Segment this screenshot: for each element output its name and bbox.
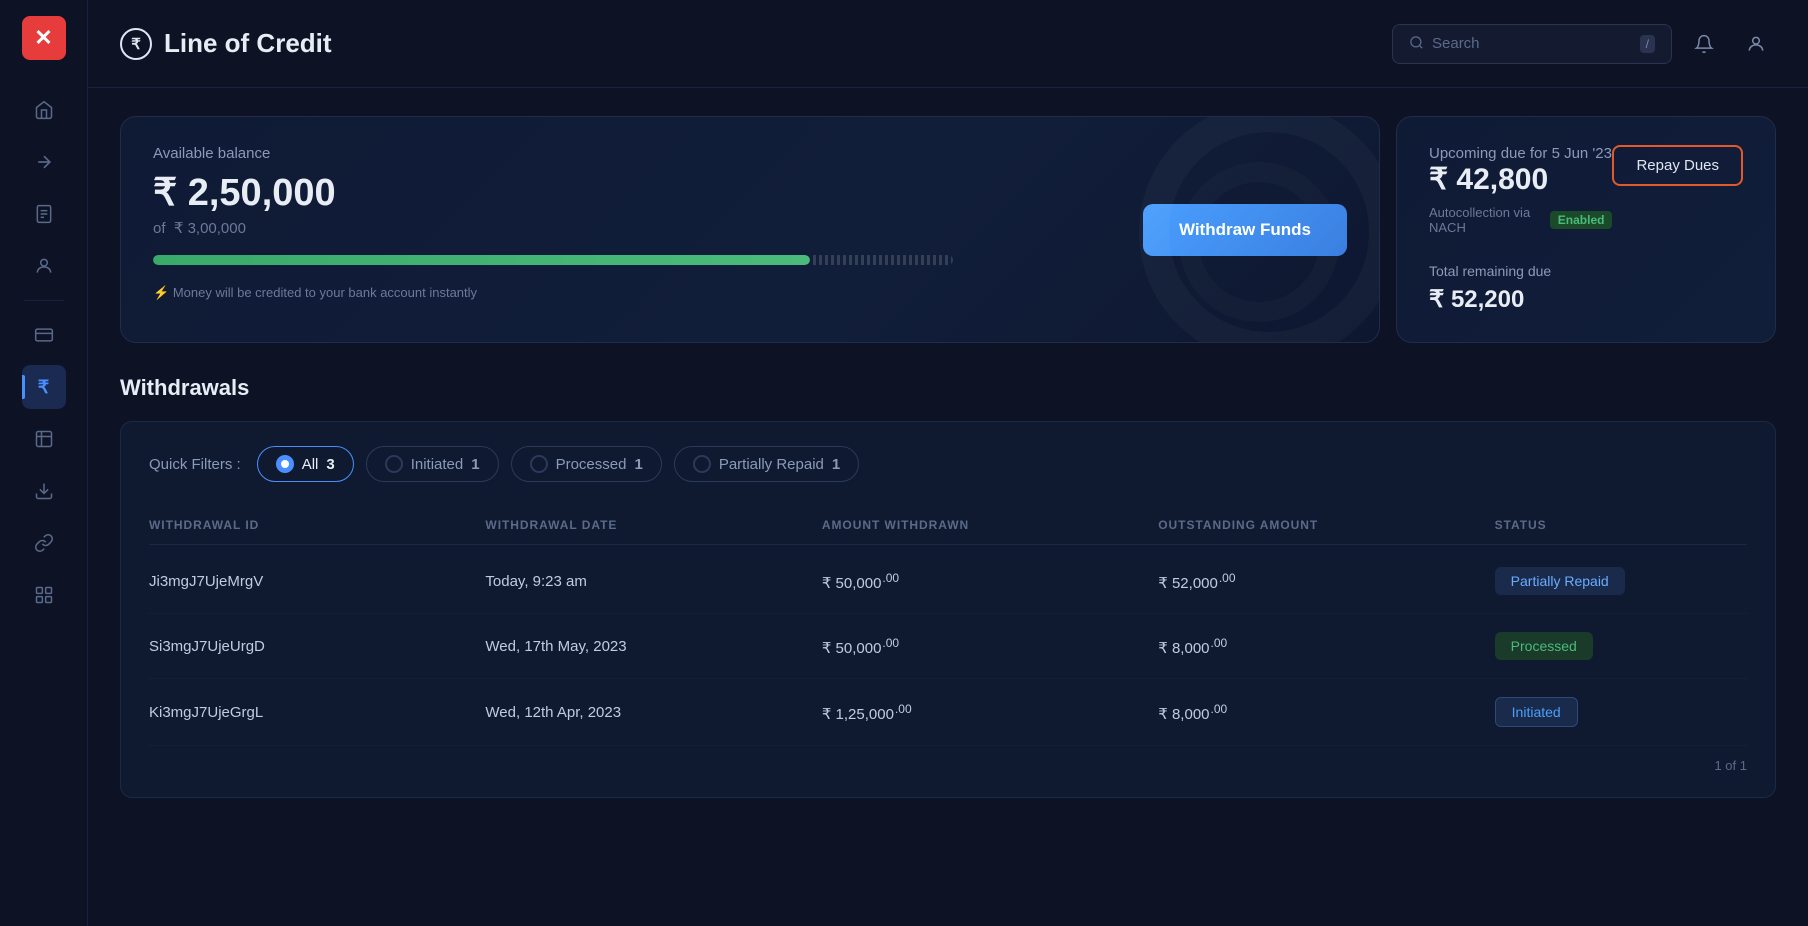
cell-id-2: Si3mgJ7UjeUrgD [149, 638, 485, 655]
sidebar-divider-1 [24, 300, 64, 301]
withdrawals-table-card: Quick Filters : All 3 Initiated 1 [120, 421, 1776, 798]
pagination-row: 1 of 1 [149, 746, 1747, 773]
cell-status-1: Partially Repaid [1495, 567, 1747, 595]
cell-id-1: Ji3mgJ7UjeMrgV [149, 573, 485, 590]
sidebar-item-grid[interactable] [22, 573, 66, 617]
table-header: WITHDRAWAL ID WITHDRAWAL DATE AMOUNT WIT… [149, 506, 1747, 545]
nach-row: Autocollection via NACH Enabled [1429, 205, 1612, 235]
filter-all[interactable]: All 3 [257, 446, 354, 482]
withdrawals-title: Withdrawals [120, 375, 1776, 401]
search-placeholder: Search [1432, 35, 1632, 52]
sidebar-item-users[interactable] [22, 244, 66, 288]
table-row: Si3mgJ7UjeUrgD Wed, 17th May, 2023 ₹ 50,… [149, 614, 1747, 679]
repay-dues-button[interactable]: Repay Dues [1612, 145, 1743, 186]
balance-of: of ₹ 3,00,000 [153, 219, 1347, 237]
sidebar-item-links[interactable] [22, 521, 66, 565]
progress-stripe [810, 255, 953, 265]
filter-initiated-label: Initiated [411, 456, 464, 473]
due-date-label: Upcoming due for 5 Jun '23 ₹ 42,800 Auto… [1429, 145, 1612, 259]
search-icon [1409, 35, 1424, 53]
col-header-id: WITHDRAWAL ID [149, 518, 485, 532]
sidebar-item-cards[interactable] [22, 313, 66, 357]
cell-status-2: Processed [1495, 632, 1747, 660]
page-content: Available balance ₹ 2,50,000 of ₹ 3,00,0… [88, 88, 1808, 926]
filter-processed-dot [530, 455, 548, 473]
cell-amount-2: ₹ 50,000.00 [822, 636, 1158, 657]
search-shortcut: / [1640, 35, 1655, 53]
bolt-icon: ⚡ [153, 285, 169, 300]
filter-partially-dot [693, 455, 711, 473]
sidebar: ✕ ₹ [0, 0, 88, 926]
progress-fill [153, 255, 810, 265]
filter-partially-count: 1 [832, 456, 840, 473]
cell-date-2: Wed, 17th May, 2023 [485, 638, 821, 655]
nach-status-badge: Enabled [1550, 211, 1613, 229]
main-content: ₹ Line of Credit Search / Available bala… [88, 0, 1808, 926]
status-badge-3: Initiated [1495, 697, 1578, 727]
filter-processed[interactable]: Processed 1 [511, 446, 662, 482]
filter-initiated[interactable]: Initiated 1 [366, 446, 499, 482]
sidebar-item-download[interactable] [22, 469, 66, 513]
cell-outstanding-3: ₹ 8,000.00 [1158, 702, 1494, 723]
balance-label: Available balance [153, 145, 1347, 162]
cell-date-3: Wed, 12th Apr, 2023 [485, 704, 821, 721]
table-row: Ji3mgJ7UjeMrgV Today, 9:23 am ₹ 50,000.0… [149, 549, 1747, 614]
due-header-row: Upcoming due for 5 Jun '23 ₹ 42,800 Auto… [1429, 145, 1743, 259]
due-amount: ₹ 42,800 [1429, 162, 1612, 197]
col-header-status: STATUS [1495, 518, 1747, 532]
nach-label: Autocollection via NACH [1429, 205, 1542, 235]
header-rupee-icon: ₹ [120, 28, 152, 60]
filter-processed-label: Processed [556, 456, 627, 473]
instant-note: ⚡ Money will be credited to your bank ac… [153, 285, 1347, 301]
credit-progress-bar [153, 255, 810, 265]
sidebar-item-credit[interactable]: ₹ [22, 365, 66, 409]
total-remaining-amount: ₹ 52,200 [1429, 285, 1743, 314]
summary-cards-row: Available balance ₹ 2,50,000 of ₹ 3,00,0… [120, 116, 1776, 343]
sidebar-item-arrow[interactable] [22, 140, 66, 184]
filter-processed-count: 1 [634, 456, 642, 473]
sidebar-item-reports[interactable] [22, 417, 66, 461]
filter-partially-repaid-label: Partially Repaid [719, 456, 824, 473]
cell-amount-3: ₹ 1,25,000.00 [822, 702, 1158, 723]
sidebar-item-home[interactable] [22, 88, 66, 132]
total-remaining-label: Total remaining due [1429, 263, 1743, 279]
filter-all-label: All [302, 456, 319, 473]
notification-bell-icon[interactable] [1684, 24, 1724, 64]
search-box[interactable]: Search / [1392, 24, 1672, 64]
col-header-amount: AMOUNT WITHDRAWN [822, 518, 1158, 532]
filter-all-dot-inner [281, 460, 289, 468]
header: ₹ Line of Credit Search / [88, 0, 1808, 88]
filter-all-count: 3 [326, 456, 334, 473]
filter-all-dot [276, 455, 294, 473]
cell-outstanding-2: ₹ 8,000.00 [1158, 636, 1494, 657]
pagination-info: 1 of 1 [1714, 758, 1747, 773]
due-card: Upcoming due for 5 Jun '23 ₹ 42,800 Auto… [1396, 116, 1776, 343]
balance-total: ₹ 3,00,000 [174, 220, 246, 237]
withdrawals-section: Withdrawals Quick Filters : All 3 [120, 375, 1776, 798]
col-header-outstanding: OUTSTANDING AMOUNT [1158, 518, 1494, 532]
page-title: Line of Credit [164, 28, 332, 59]
filter-partially-repaid[interactable]: Partially Repaid 1 [674, 446, 859, 482]
col-header-date: WITHDRAWAL DATE [485, 518, 821, 532]
cell-id-3: Ki3mgJ7UjeGrgL [149, 704, 485, 721]
cell-status-3: Initiated [1495, 697, 1747, 727]
balance-amount: ₹ 2,50,000 [153, 170, 1347, 215]
cell-date-1: Today, 9:23 am [485, 573, 821, 590]
filters-row: Quick Filters : All 3 Initiated 1 [149, 446, 1747, 482]
filters-label: Quick Filters : [149, 456, 241, 473]
cell-outstanding-1: ₹ 52,000.00 [1158, 571, 1494, 592]
filter-initiated-count: 1 [471, 456, 479, 473]
balance-card: Available balance ₹ 2,50,000 of ₹ 3,00,0… [120, 116, 1380, 343]
filter-initiated-dot [385, 455, 403, 473]
user-profile-icon[interactable] [1736, 24, 1776, 64]
logo-button[interactable]: ✕ [22, 16, 66, 60]
status-badge-2: Processed [1495, 632, 1593, 660]
cell-amount-1: ₹ 50,000.00 [822, 571, 1158, 592]
sidebar-item-documents[interactable] [22, 192, 66, 236]
table-row: Ki3mgJ7UjeGrgL Wed, 12th Apr, 2023 ₹ 1,2… [149, 679, 1747, 746]
status-badge-1: Partially Repaid [1495, 567, 1625, 595]
withdraw-funds-button[interactable]: Withdraw Funds [1143, 204, 1347, 256]
